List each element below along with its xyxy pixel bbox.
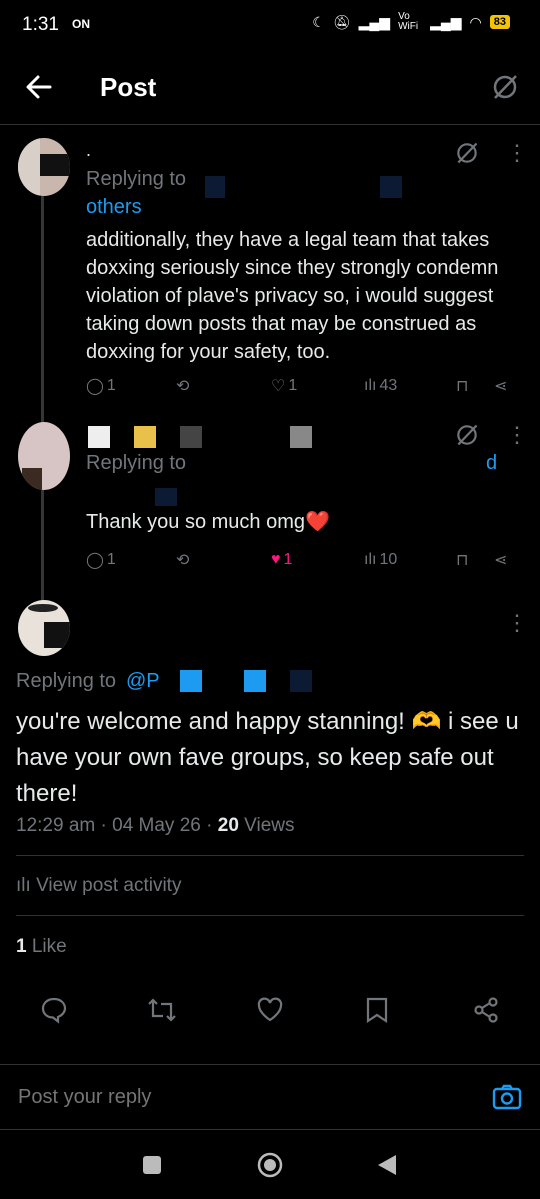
heart-icon: ♡ [271, 378, 286, 395]
signal-icon: ▂▄▆ [358, 13, 391, 30]
likes-summary[interactable]: 1 Like [16, 936, 67, 958]
more-options-icon[interactable]: ⋮ [506, 140, 528, 166]
like-count: 1 [288, 377, 298, 394]
page-title: Post [100, 72, 157, 102]
replying-label: Replying to [86, 168, 187, 190]
camera-icon[interactable] [492, 1083, 522, 1111]
more-options-icon[interactable]: ⋮ [506, 610, 528, 636]
reply-count: 1 [106, 377, 116, 394]
views-count: 10 [379, 551, 398, 568]
battery-indicator: 83 [489, 15, 510, 29]
nfc-indicator: ON [72, 17, 90, 31]
like-button[interactable]: ♡ 1 [271, 376, 297, 396]
views-count: 20 [217, 815, 239, 836]
redacted-block [155, 488, 177, 506]
page-header: Post [0, 52, 540, 125]
views-count: 43 [379, 377, 398, 394]
recents-icon[interactable] [143, 1156, 161, 1174]
reply-icon[interactable] [40, 996, 68, 1024]
like-button[interactable]: ♥ 1 [271, 551, 292, 569]
status-bar: 1:31 ON ☾ 🔕︎ ▂▄▆ Vo WiFi ▂▄▆ ◠ 83 [0, 0, 540, 52]
heart-icon[interactable] [256, 996, 284, 1024]
views-button[interactable]: ılı 10 [364, 551, 397, 569]
avatar[interactable] [18, 422, 70, 490]
avatar[interactable] [18, 138, 70, 196]
repost-button[interactable]: ⟲ [176, 376, 189, 396]
reply-input[interactable] [16, 1081, 460, 1113]
post-text: additionally, they have a legal team tha… [86, 229, 499, 363]
signal-icon-2: ▂▄▆ [430, 13, 462, 30]
status-time: 1:31 [22, 14, 59, 35]
activity-icon: ılı [16, 875, 31, 896]
divider [16, 915, 524, 916]
reply-icon: ◯ [86, 378, 104, 395]
likes-count: 1 [16, 936, 27, 957]
views-icon: ılı [364, 377, 377, 394]
system-nav-bar [0, 1130, 540, 1199]
reply-button[interactable]: ◯ 1 [86, 550, 116, 570]
redacted-block [180, 426, 202, 448]
redacted-block [180, 670, 202, 692]
share-icon[interactable]: ⋖ [494, 550, 507, 570]
author-name[interactable]: . [86, 140, 91, 161]
bookmark-icon[interactable]: ⊓ [456, 376, 468, 396]
replying-label: Replying to [86, 452, 187, 474]
reply-icon: ◯ [86, 552, 104, 569]
network-label: Vo WiFi [398, 11, 419, 32]
views-button[interactable]: ılı 43 [364, 377, 397, 395]
back-nav-icon[interactable] [376, 1153, 398, 1177]
main-actions [0, 980, 540, 1040]
likes-label: Like [31, 936, 67, 957]
redacted-block [88, 426, 110, 448]
repost-icon: ⟲ [176, 552, 190, 569]
wifi-icon: ◠ [469, 13, 482, 30]
views-icon: ılı [364, 551, 377, 568]
mute-bell-icon: 🔕︎ [332, 13, 351, 30]
moon-icon: ☾ [312, 13, 325, 30]
replying-handle[interactable]: @P [126, 670, 160, 693]
home-icon[interactable] [256, 1151, 284, 1179]
post-date: 04 May 26 [112, 815, 201, 836]
grok-icon[interactable] [454, 422, 480, 448]
back-arrow-icon[interactable] [24, 72, 54, 102]
reply-count: 1 [106, 551, 116, 568]
like-count: 1 [283, 551, 293, 568]
replying-to: Replying to [86, 168, 526, 191]
post-meta: 12:29 am · 04 May 26 · 20 Views [16, 815, 295, 836]
repost-button[interactable]: ⟲ [176, 550, 189, 570]
status-icons: ☾ 🔕︎ ▂▄▆ Vo WiFi ▂▄▆ ◠ 83 [312, 12, 510, 32]
share-icon[interactable] [472, 996, 500, 1024]
reply-composer [0, 1064, 540, 1130]
views-label: Views [244, 815, 295, 836]
post-time: 12:29 am [16, 815, 96, 836]
replying-handle-end[interactable]: d [486, 452, 497, 475]
heart-filled-icon: ♥ [271, 551, 281, 568]
post-text: Thank you so much omg❤️ [86, 511, 330, 533]
activity-label: View post activity [36, 875, 182, 896]
share-icon[interactable]: ⋖ [494, 376, 507, 396]
redacted-block [205, 176, 225, 198]
redacted-block [244, 670, 266, 692]
replying-others-link[interactable]: others [86, 196, 142, 219]
grok-icon[interactable] [454, 140, 480, 166]
redacted-block [290, 426, 312, 448]
redacted-block [380, 176, 402, 198]
reply-button[interactable]: ◯ 1 [86, 376, 116, 396]
divider [16, 855, 524, 856]
repost-icon[interactable] [147, 996, 177, 1024]
grok-icon[interactable] [490, 72, 520, 102]
replying-label: Replying to [16, 670, 117, 692]
thread-line [41, 190, 44, 605]
view-post-activity-link[interactable]: ılı View post activity [16, 875, 181, 897]
post-actions: ◯ 1 ⟲ ♡ 1 ılı 43 ⊓ ⋖ [86, 372, 526, 400]
redacted-block [290, 670, 312, 692]
bookmark-icon[interactable]: ⊓ [456, 550, 468, 570]
redacted-block [134, 426, 156, 448]
avatar[interactable] [18, 600, 70, 656]
bookmark-icon[interactable] [364, 996, 390, 1024]
repost-icon: ⟲ [176, 378, 190, 395]
main-post-text: you're welcome and happy stanning! 🫶 i s… [16, 708, 519, 807]
more-options-icon[interactable]: ⋮ [506, 422, 528, 448]
post-actions: ◯ 1 ⟲ ♥ 1 ılı 10 ⊓ ⋖ [86, 546, 526, 574]
